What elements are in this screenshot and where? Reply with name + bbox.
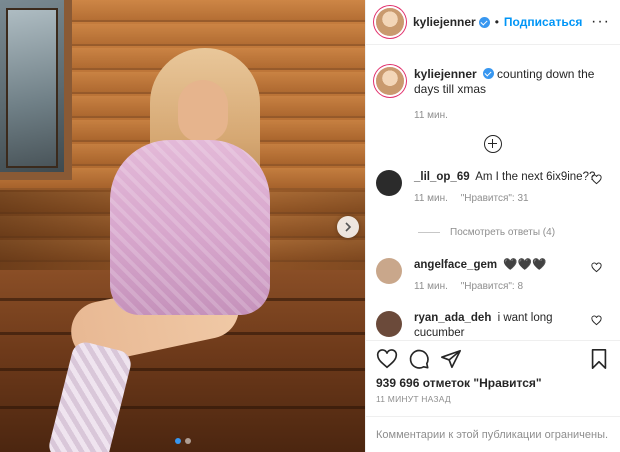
comment-username[interactable]: ryan_ada_deh	[414, 312, 491, 324]
save-bookmark-icon[interactable]	[588, 348, 610, 370]
post-side-panel: kyliejenner • Подписаться ··· kyliejenne…	[365, 0, 620, 452]
view-replies-label[interactable]: Посмотреть ответы (4)	[450, 227, 555, 238]
comment-time[interactable]: 11 мин.	[414, 193, 448, 204]
bench-slat	[0, 406, 365, 409]
pink-puffer-jacket	[110, 140, 270, 315]
post-header: kyliejenner • Подписаться ···	[366, 0, 620, 45]
comment-likes[interactable]: "Нравится": 8	[461, 281, 523, 292]
verified-badge-icon	[482, 68, 494, 79]
comment-likes[interactable]: "Нравится": 31	[461, 193, 529, 204]
comment-time[interactable]: 11 мин.	[414, 281, 448, 292]
replies-divider	[418, 232, 440, 233]
like-heart-icon[interactable]	[376, 348, 398, 370]
caption-time[interactable]: 11 мин.	[414, 110, 610, 121]
carousel-dots	[0, 438, 365, 444]
load-more-comments-icon[interactable]	[484, 135, 502, 153]
author-avatar[interactable]	[376, 8, 404, 36]
comments-section: kyliejenner counting down the days till …	[366, 45, 620, 340]
comment-meta: 11 мин. "Нравится": 8	[414, 279, 610, 294]
post-photo[interactable]	[0, 0, 365, 452]
comment-text: 🖤🖤🖤	[503, 259, 547, 271]
bench-slat	[0, 368, 365, 371]
caption-username[interactable]: kyliejenner	[414, 67, 477, 81]
carousel-dot-active	[174, 438, 181, 444]
comments-limited-notice: Комментарии к этой публикации ограничены…	[366, 416, 620, 452]
window-pane	[6, 8, 58, 168]
more-options-icon[interactable]: ···	[591, 13, 610, 31]
like-comment-heart-icon[interactable]	[591, 315, 602, 326]
comment-meta: 11 мин. "Нравится": 31	[414, 191, 610, 206]
likes-count[interactable]: 939 696 отметок "Нравится"	[366, 376, 620, 394]
chevron-right-icon	[345, 222, 352, 232]
caption: kyliejenner counting down the days till …	[376, 67, 610, 121]
author-username[interactable]: kyliejenner	[413, 15, 476, 29]
header-separator: •	[494, 15, 499, 29]
like-comment-heart-icon[interactable]	[591, 174, 602, 185]
person-face	[178, 80, 228, 142]
caption-text-block: kyliejenner counting down the days till …	[414, 67, 610, 97]
commenter-avatar[interactable]	[376, 170, 402, 196]
comment-username[interactable]: angelface_gem	[414, 259, 497, 271]
comment-text: Am I the next 6ix9ine??	[475, 171, 596, 183]
carousel-next-button[interactable]	[337, 216, 359, 238]
caption-avatar[interactable]	[376, 67, 404, 95]
comment-item: angelface_gem 🖤🖤🖤 11 мин. "Нравится": 8	[376, 258, 610, 294]
comment-bubble-icon[interactable]	[408, 348, 430, 370]
comment-item: _lil_op_69 Am I the next 6ix9ine?? 11 ми…	[376, 170, 610, 206]
commenter-avatar[interactable]	[376, 258, 402, 284]
like-comment-heart-icon[interactable]	[591, 262, 602, 273]
instagram-post: kyliejenner • Подписаться ··· kyliejenne…	[0, 0, 620, 452]
window	[0, 0, 72, 180]
comment-item: ryan_ada_deh i want long cucumber	[376, 311, 610, 340]
follow-button[interactable]: Подписаться	[504, 15, 582, 29]
comment-username[interactable]: _lil_op_69	[414, 171, 470, 183]
share-send-icon[interactable]	[440, 348, 462, 370]
commenter-avatar[interactable]	[376, 311, 402, 337]
post-actions	[366, 340, 620, 376]
view-replies-button[interactable]: Посмотреть ответы (4)	[418, 227, 555, 238]
carousel-dot	[184, 438, 191, 444]
verified-badge-icon	[478, 16, 490, 28]
post-timestamp[interactable]: 11 МИНУТ НАЗАД	[366, 394, 620, 416]
